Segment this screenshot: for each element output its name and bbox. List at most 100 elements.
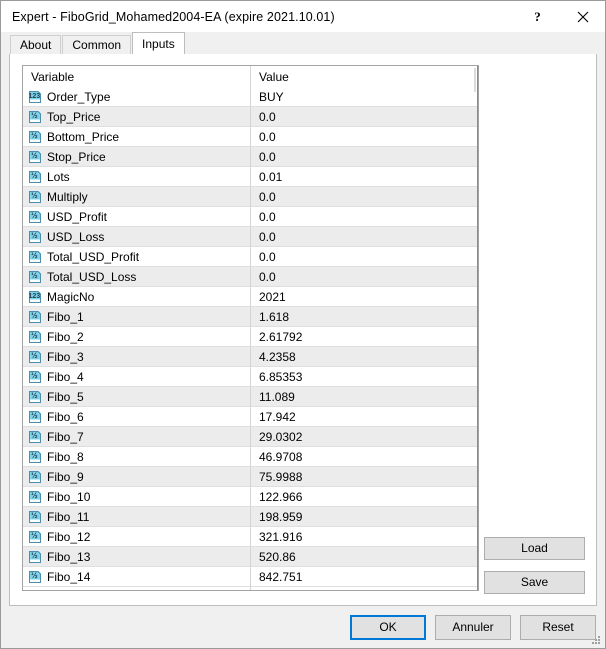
grid-cell-value[interactable]: 2.61792 xyxy=(250,330,478,344)
variable-name: Bottom_Price xyxy=(42,130,119,144)
integer-type-icon: 123 xyxy=(28,90,42,104)
grid-cell-value[interactable]: 520.86 xyxy=(250,550,478,564)
variable-name: Fibo_4 xyxy=(42,370,84,384)
grid-row[interactable]: ½Fibo_14842.751 xyxy=(23,567,478,587)
svg-text:½: ½ xyxy=(31,471,38,480)
grid-cell-value[interactable]: 0.0 xyxy=(250,210,478,224)
svg-text:½: ½ xyxy=(31,511,38,520)
grid-row[interactable]: 123MagicNo2021 xyxy=(23,287,478,307)
double-type-icon: ½ xyxy=(28,470,42,484)
grid-row[interactable]: ½Fibo_729.0302 xyxy=(23,427,478,447)
grid-cell-value[interactable]: 75.9988 xyxy=(250,470,478,484)
grid-row[interactable]: ½Lots0.01 xyxy=(23,167,478,187)
grid-cell-value[interactable]: BUY xyxy=(250,90,478,104)
grid-row[interactable]: ½Fibo_11198.959 xyxy=(23,507,478,527)
grid-row[interactable]: ½ Top_Price 0.0 xyxy=(23,107,478,127)
variable-name: Lots xyxy=(42,170,70,184)
grid-row[interactable]: ½Fibo_22.61792 xyxy=(23,327,478,347)
grid-cell-value[interactable]: 17.942 xyxy=(250,410,478,424)
grid-cell-variable: ½USD_Profit xyxy=(23,210,250,224)
grid-row[interactable]: ½Fibo_5 11.089 xyxy=(23,387,478,407)
grid-row[interactable]: ½ Fibo_12 321.916 xyxy=(23,527,478,547)
variable-name: Fibo_9 xyxy=(42,470,84,484)
grid-row[interactable]: ½Fibo_10122.966 xyxy=(23,487,478,507)
resize-grip-icon[interactable] xyxy=(590,634,602,646)
svg-text:½: ½ xyxy=(31,111,38,120)
svg-text:½: ½ xyxy=(31,131,38,140)
grid-row[interactable]: ½Fibo_846.9708 xyxy=(23,447,478,467)
ok-button[interactable]: OK xyxy=(350,615,426,640)
grid-cell-value[interactable]: 0.01 xyxy=(250,170,478,184)
cancel-button[interactable]: Annuler xyxy=(435,615,511,640)
help-button[interactable]: ? xyxy=(515,1,560,32)
double-type-icon: ½ xyxy=(28,510,42,524)
grid-cell-value[interactable]: 0.0 xyxy=(250,270,478,284)
grid-row[interactable]: ½ Fibo_9 75.9988 xyxy=(23,467,478,487)
grid-cell-value[interactable]: 842.751 xyxy=(250,570,478,584)
double-type-icon: ½ xyxy=(28,230,42,244)
double-type-icon: ½ xyxy=(28,390,42,404)
grid-cell-value[interactable]: 0.0 xyxy=(250,250,478,264)
column-header-variable[interactable]: Variable xyxy=(23,70,250,84)
grid-row[interactable]: ½Fibo_11.618 xyxy=(23,307,478,327)
grid-cell-value[interactable]: 0.0 xyxy=(250,150,478,164)
grid-row[interactable]: ½USD_Loss0.0 xyxy=(23,227,478,247)
grid-row[interactable]: ½Fibo_13520.86 xyxy=(23,547,478,567)
grid-cell-value[interactable]: 6.85353 xyxy=(250,370,478,384)
tab-common[interactable]: Common xyxy=(62,35,131,54)
variable-name: MagicNo xyxy=(42,290,94,304)
variable-name: Fibo_12 xyxy=(42,530,90,544)
grid-cell-value[interactable]: 0.0 xyxy=(250,190,478,204)
close-icon xyxy=(577,11,589,23)
double-type-icon: ½ xyxy=(28,530,42,544)
variable-name: Fibo_6 xyxy=(42,410,84,424)
tab-about[interactable]: About xyxy=(10,35,61,54)
tab-strip: About Common Inputs xyxy=(1,32,605,54)
close-button[interactable] xyxy=(560,1,605,32)
variable-name: Fibo_14 xyxy=(42,570,90,584)
grid-cell-value[interactable]: 198.959 xyxy=(250,510,478,524)
variable-name: USD_Profit xyxy=(42,210,107,224)
grid-row[interactable]: ½Fibo_34.2358 xyxy=(23,347,478,367)
grid-cell-value[interactable]: 0.0 xyxy=(250,110,478,124)
grid-scrollbar[interactable] xyxy=(474,68,476,92)
grid-cell-value[interactable]: 29.0302 xyxy=(250,430,478,444)
grid-row[interactable]: ½Multiply0.0 xyxy=(23,187,478,207)
grid-row[interactable]: ½Fibo_46.85353 xyxy=(23,367,478,387)
grid-row[interactable]: ½Fibo_617.942 xyxy=(23,407,478,427)
grid-row[interactable]: ½Total_USD_Profit0.0 xyxy=(23,247,478,267)
grid-row[interactable]: ½Stop_Price0.0 xyxy=(23,147,478,167)
reset-button[interactable]: Reset xyxy=(520,615,596,640)
variable-name: Top_Price xyxy=(42,110,100,124)
svg-text:½: ½ xyxy=(31,531,38,540)
grid-cell-value[interactable]: 321.916 xyxy=(250,530,478,544)
grid-cell-variable: ½Fibo_2 xyxy=(23,330,250,344)
save-button[interactable]: Save xyxy=(484,571,585,594)
grid-cell-variable: ½USD_Loss xyxy=(23,230,250,244)
grid-row[interactable]: 123Order_TypeBUY xyxy=(23,87,478,107)
grid-cell-variable: ½ Top_Price xyxy=(23,110,250,124)
tab-inputs[interactable]: Inputs xyxy=(132,32,185,54)
grid-cell-value[interactable]: 11.089 xyxy=(250,390,478,404)
double-type-icon: ½ xyxy=(28,310,42,324)
inputs-grid[interactable]: Variable Value 123Order_TypeBUY ½ Top_Pric… xyxy=(22,65,479,591)
grid-cell-value[interactable]: 2021 xyxy=(250,290,478,304)
grid-cell-value[interactable]: 122.966 xyxy=(250,490,478,504)
variable-name: Fibo_13 xyxy=(42,550,90,564)
grid-cell-value[interactable]: 0.0 xyxy=(250,230,478,244)
row-separator xyxy=(23,586,478,587)
grid-row[interactable]: ½USD_Profit0.0 xyxy=(23,207,478,227)
grid-row[interactable]: ½ Bottom_Price 0.0 xyxy=(23,127,478,147)
grid-cell-value[interactable]: 4.2358 xyxy=(250,350,478,364)
load-button[interactable]: Load xyxy=(484,537,585,560)
variable-name: Fibo_5 xyxy=(42,390,84,404)
grid-cell-value[interactable]: 1.618 xyxy=(250,310,478,324)
column-header-value[interactable]: Value xyxy=(250,70,289,84)
grid-row[interactable]: ½Total_USD_Loss0.0 xyxy=(23,267,478,287)
variable-name: Total_USD_Loss xyxy=(42,270,136,284)
grid-cell-value[interactable]: 46.9708 xyxy=(250,450,478,464)
variable-name: Fibo_2 xyxy=(42,330,84,344)
double-type-icon: ½ xyxy=(28,430,42,444)
grid-cell-value[interactable]: 0.0 xyxy=(250,130,478,144)
grid-cell-variable: ½ Fibo_12 xyxy=(23,530,250,544)
